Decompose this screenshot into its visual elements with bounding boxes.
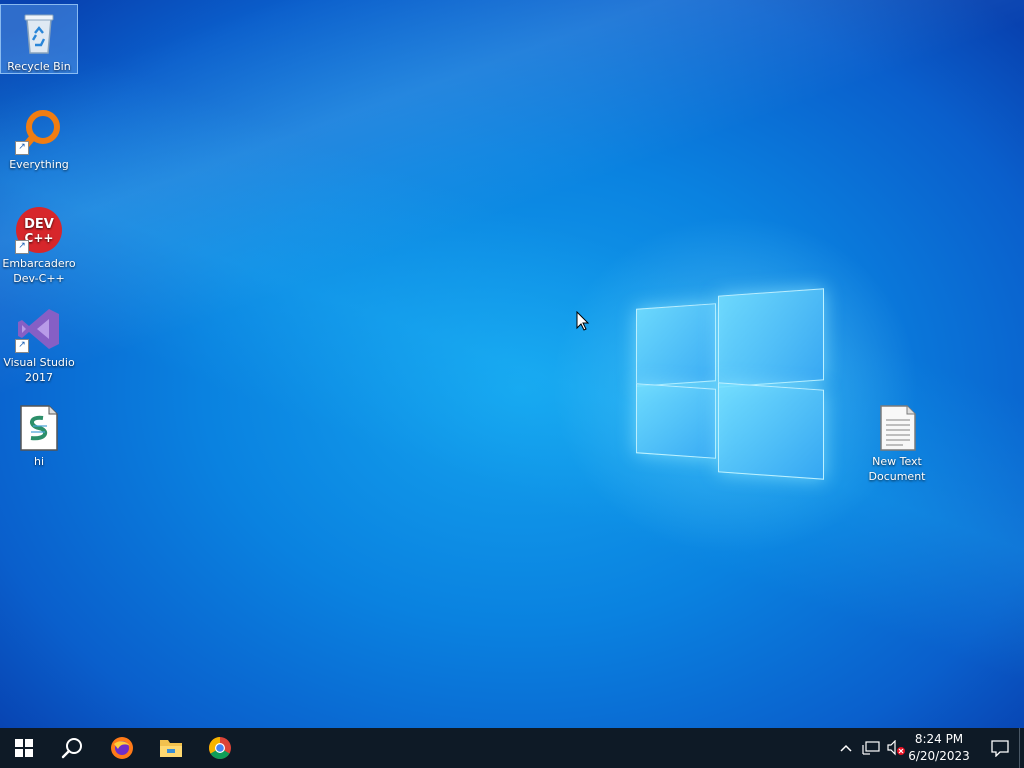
tray-network[interactable] [858,728,884,768]
logo-pane [718,288,824,388]
desktop-icon-label: hi [33,455,45,468]
taskbar-chrome[interactable] [196,728,244,768]
shortcut-arrow-icon: ↗ [15,141,29,155]
visual-studio-icon: ↗ [15,305,63,353]
chevron-up-icon [840,744,852,752]
show-desktop-divider[interactable] [1019,728,1020,768]
desktop-icon-label: Embarcadero Dev-C++ [2,257,76,285]
start-icon [15,739,33,757]
text-file-icon [873,404,921,452]
desktop-icon-label: New Text Document [868,455,926,483]
desktop-icon-label: Recycle Bin [7,60,71,73]
search-icon [61,738,82,759]
script-file-icon [15,404,63,452]
dev-cpp-icon: DEV C++ ↗ [15,206,63,254]
desktop-icon-visual-studio[interactable]: ↗ Visual Studio 2017 [1,301,77,385]
volume-muted-icon [887,740,905,756]
tray-clock-date[interactable]: 6/20/2023 [904,749,974,763]
taskbar-file-explorer[interactable] [147,728,195,768]
logo-pane [636,383,716,459]
desktop-icon-label: Everything [9,158,69,171]
shortcut-arrow-icon: ↗ [15,339,29,353]
start-button[interactable] [0,728,48,768]
desktop-icon-recycle-bin[interactable]: Recycle Bin [0,4,78,74]
tray-clock-time[interactable]: 8:24 PM [904,732,974,746]
firefox-icon [111,737,133,759]
wallpaper-light-beam [0,0,1024,728]
network-icon [862,741,880,755]
mouse-cursor-icon [576,311,590,331]
logo-pane [718,382,824,480]
taskbar-firefox[interactable] [98,728,146,768]
wallpaper-light-beam [0,0,1024,728]
logo-pane [636,303,716,387]
desktop-icon-hi-file[interactable]: hi [1,400,77,469]
taskbar: 8:24 PM 6/20/2023 [0,728,1024,768]
svg-text:DEV: DEV [24,217,54,232]
magnifier-icon: ↗ [15,107,63,155]
desktop[interactable]: Recycle Bin ↗ Everything DEV C++ ↗ Embar… [0,0,1024,728]
desktop-icon-everything[interactable]: ↗ Everything [1,103,77,172]
file-explorer-icon [160,740,182,757]
recycle-bin-icon [15,9,63,57]
desktop-icon-dev-cpp[interactable]: DEV C++ ↗ Embarcadero Dev-C++ [1,202,77,286]
windows-logo [636,288,824,480]
action-center-button[interactable] [976,728,1024,768]
desktop-icon-label: Visual Studio 2017 [3,356,75,384]
tray-overflow-button[interactable] [834,728,858,768]
action-center-icon [991,740,1009,757]
desktop-icon-new-text-document[interactable]: New Text Document [859,400,935,484]
shortcut-arrow-icon: ↗ [15,240,29,254]
chrome-icon [209,737,231,759]
search-button[interactable] [48,728,96,768]
